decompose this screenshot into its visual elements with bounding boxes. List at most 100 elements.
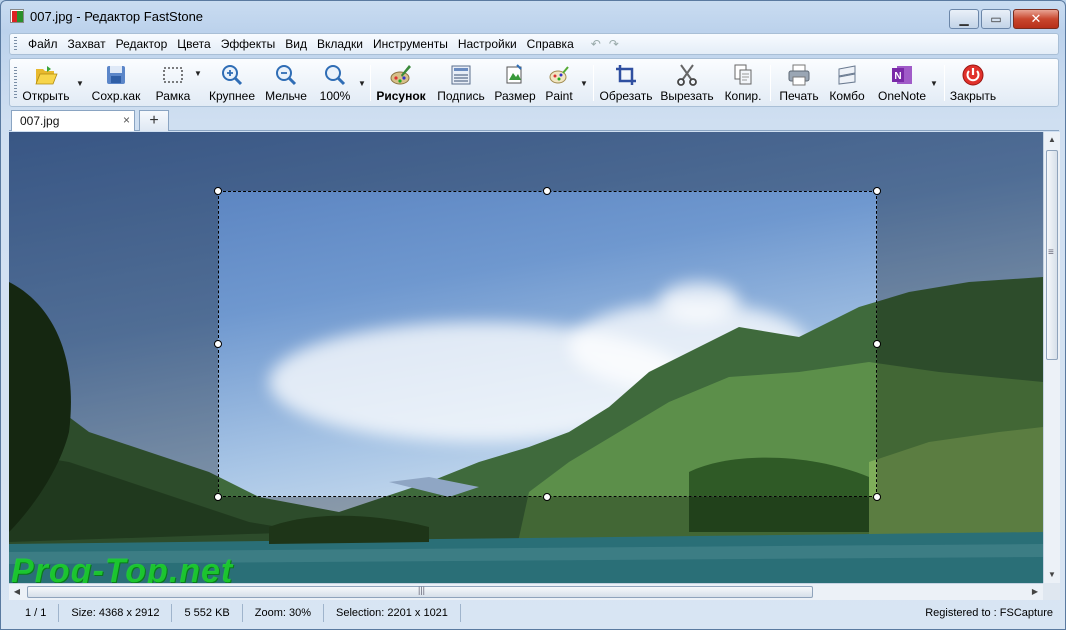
paint-label: Paint [545, 89, 573, 103]
tab-label: 007.jpg [20, 114, 60, 128]
copy-label: Копир. [724, 89, 762, 103]
zoom-100-button[interactable]: 100% [314, 61, 356, 105]
selection-rectangle[interactable] [218, 191, 877, 497]
menu-help[interactable]: Справка [522, 37, 579, 51]
floppy-disk-icon [107, 66, 125, 84]
cut-button[interactable]: Вырезать [660, 61, 714, 105]
new-tab-button[interactable]: + [139, 110, 169, 131]
caption-button[interactable]: Подпись [434, 61, 488, 105]
svg-text:N: N [894, 71, 901, 82]
app-window: 007.jpg - Редактор FastStone ▁ ▭ ✕ Файл … [0, 0, 1066, 630]
menu-tabs[interactable]: Вкладки [312, 37, 368, 51]
maximize-button[interactable]: ▭ [981, 9, 1011, 29]
selection-handle-bottom-right[interactable] [873, 493, 881, 501]
frame-button[interactable]: Рамка [152, 61, 194, 105]
zoom-out-icon [276, 65, 297, 86]
selection-handle-bottom[interactable] [543, 493, 551, 501]
tab-strip: 007.jpg × + [9, 109, 1059, 131]
frame-dropdown-arrow[interactable]: ▼ [194, 69, 202, 78]
cut-label: Вырезать [660, 89, 714, 103]
draw-button[interactable]: Рисунок [374, 61, 428, 105]
menu-view[interactable]: Вид [280, 37, 312, 51]
scroll-up-icon[interactable]: ▲ [1044, 132, 1060, 148]
watermark-text: Prog-Top.net [11, 552, 234, 583]
magnifier-icon [325, 65, 346, 86]
combo-button[interactable]: Комбо [824, 61, 870, 105]
save-as-label: Сохр.как [91, 89, 141, 103]
toolbar-separator [593, 65, 594, 101]
horizontal-scroll-thumb[interactable] [27, 585, 813, 598]
image-canvas[interactable]: Prog-Top.net [9, 132, 1043, 583]
status-zoom: Zoom: 30% [243, 604, 324, 622]
menu-capture[interactable]: Захват [63, 37, 111, 51]
draw-palette-icon [390, 65, 411, 85]
selection-handle-bottom-left[interactable] [214, 493, 222, 501]
scroll-down-icon[interactable]: ▼ [1044, 567, 1060, 583]
zoom-dropdown-arrow[interactable]: ▼ [358, 79, 366, 88]
toolbar: Открыть ▼ Сохр.как Рамка ▼ Крупнее Мельч… [9, 58, 1059, 107]
scroll-right-icon[interactable]: ▶ [1027, 584, 1043, 600]
close-window-button[interactable]: ✕ [1013, 9, 1059, 29]
toolbar-separator [944, 65, 945, 101]
app-icon[interactable] [10, 9, 24, 23]
zoom-out-button[interactable]: Мельче [262, 61, 310, 105]
menu-effects[interactable]: Эффекты [216, 37, 281, 51]
close-image-button[interactable]: Закрыть [948, 61, 998, 105]
menu-edit[interactable]: Редактор [111, 37, 173, 51]
onenote-button[interactable]: N OneNote [872, 61, 932, 105]
selection-handle-top-left[interactable] [214, 187, 222, 195]
window-title: 007.jpg - Редактор FastStone [30, 9, 204, 24]
vertical-scrollbar[interactable]: ▲ ▼ [1043, 132, 1060, 583]
onenote-label: OneNote [877, 89, 927, 103]
combo-icon [838, 65, 856, 85]
resize-label: Размер [494, 89, 536, 103]
print-button[interactable]: Печать [774, 61, 824, 105]
resize-button[interactable]: Размер [492, 61, 538, 105]
crop-icon [616, 65, 636, 85]
toolbar-separator [770, 65, 771, 101]
selection-handle-top[interactable] [543, 187, 551, 195]
scrollbar-corner [1043, 583, 1060, 600]
selection-handle-left[interactable] [214, 340, 222, 348]
menu-colors[interactable]: Цвета [172, 37, 215, 51]
status-file-size: 5 552 KB [172, 604, 243, 622]
combo-label: Комбо [829, 89, 865, 103]
save-as-button[interactable]: Сохр.как [88, 61, 144, 105]
power-icon [962, 64, 984, 86]
open-button[interactable]: Открыть [18, 61, 74, 105]
draw-label: Рисунок [376, 89, 426, 103]
selection-handle-right[interactable] [873, 340, 881, 348]
window-controls: ▁ ▭ ✕ [949, 9, 1059, 29]
tab-close-icon[interactable]: × [123, 113, 130, 127]
status-image-size: Size: 4368 x 2912 [59, 604, 173, 622]
zoom-in-button[interactable]: Крупнее [206, 61, 258, 105]
paint-dropdown-arrow[interactable]: ▼ [580, 79, 588, 88]
toolbar-grip[interactable] [14, 67, 17, 99]
tab-007-jpg[interactable]: 007.jpg × [11, 110, 135, 131]
selection-handle-top-right[interactable] [873, 187, 881, 195]
status-bar: 1 / 1 Size: 4368 x 2912 5 552 KB Zoom: 3… [9, 601, 1059, 625]
dim-overlay-top [9, 132, 1043, 191]
onenote-dropdown-arrow[interactable]: ▼ [930, 79, 938, 88]
status-registered: Registered to : FSCapture [925, 607, 1053, 619]
redo-icon[interactable]: ↷ [609, 37, 619, 51]
copy-button[interactable]: Копир. [720, 61, 766, 105]
horizontal-scrollbar[interactable]: ◀ ▶ [9, 583, 1043, 600]
crop-button[interactable]: Обрезать [598, 61, 654, 105]
frame-label: Рамка [155, 89, 191, 103]
undo-redo-group: ↶ ↷ [591, 37, 619, 51]
minimize-button[interactable]: ▁ [949, 9, 979, 29]
menu-grip[interactable] [14, 37, 17, 51]
menu-settings[interactable]: Настройки [453, 37, 522, 51]
menu-file[interactable]: Файл [23, 37, 63, 51]
paint-button[interactable]: Paint [542, 61, 576, 105]
dim-overlay-left [9, 191, 218, 497]
open-dropdown-arrow[interactable]: ▼ [76, 79, 84, 88]
crop-label: Обрезать [599, 89, 653, 103]
paint-icon [549, 66, 569, 84]
menu-tools[interactable]: Инструменты [368, 37, 453, 51]
scroll-left-icon[interactable]: ◀ [9, 584, 25, 600]
vertical-scroll-thumb[interactable] [1046, 150, 1058, 360]
print-label: Печать [779, 89, 819, 103]
undo-icon[interactable]: ↶ [591, 37, 601, 51]
